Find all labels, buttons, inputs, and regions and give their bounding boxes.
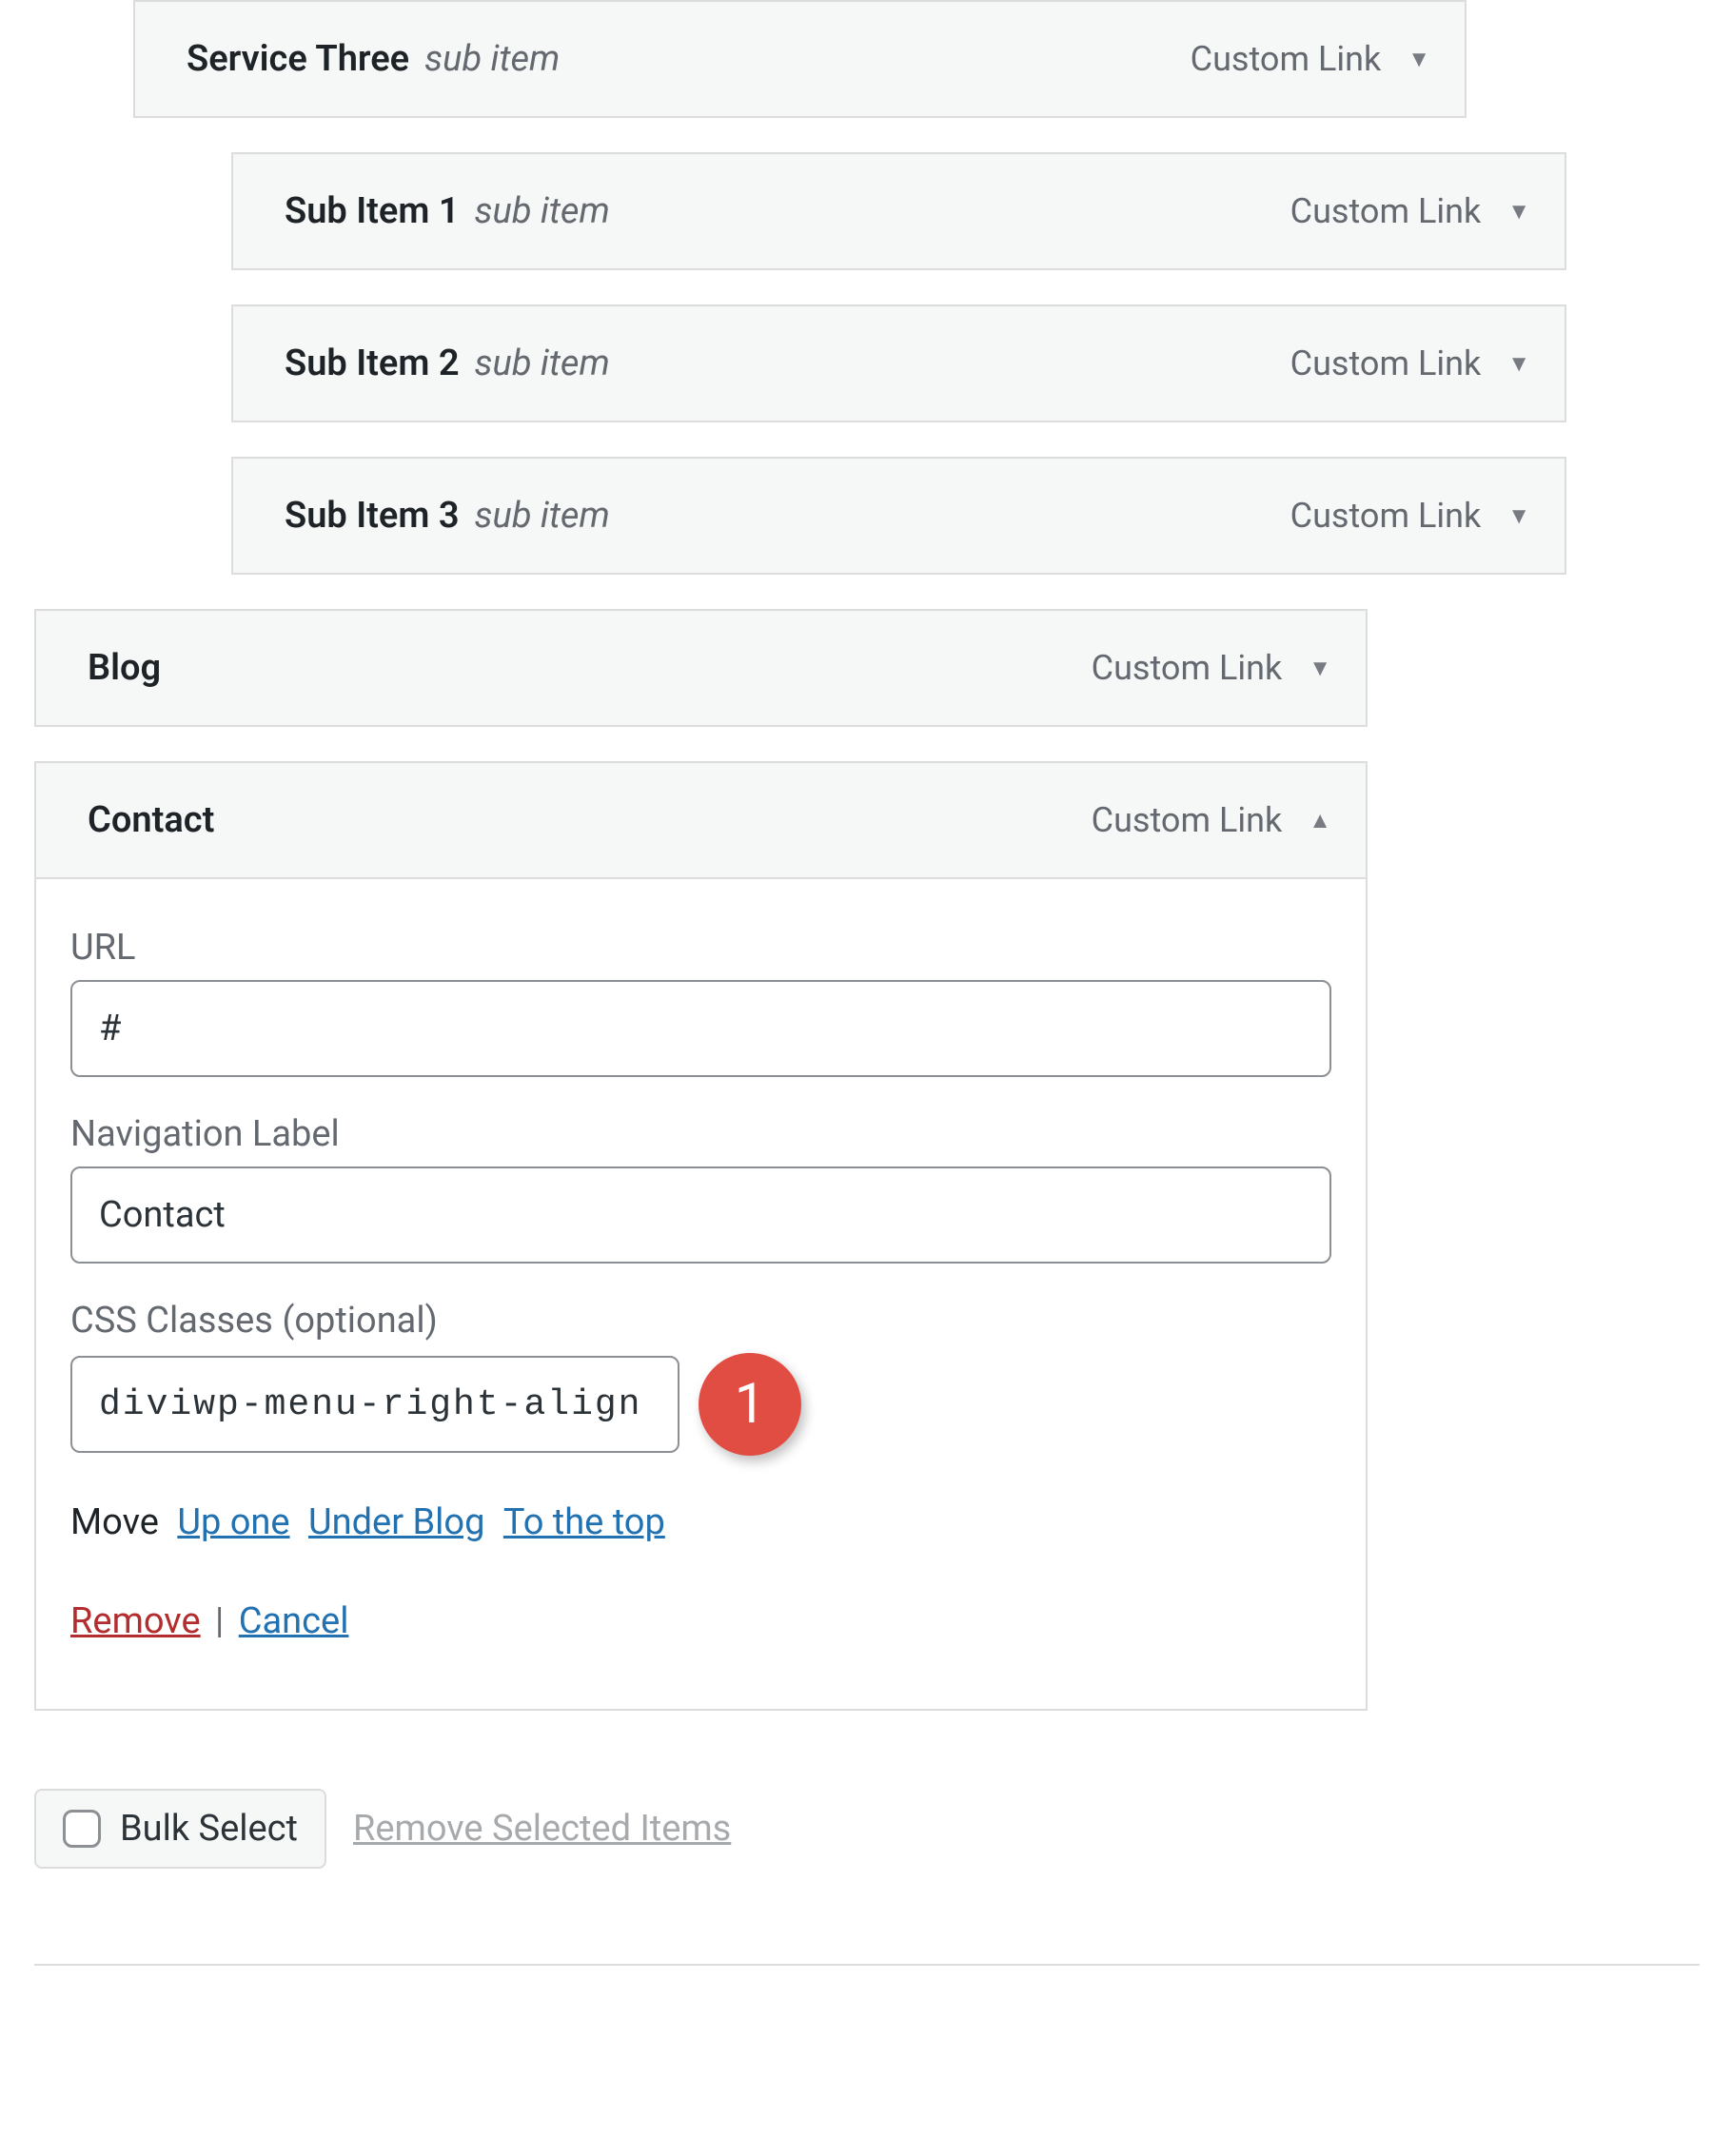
remove-link[interactable]: Remove — [70, 1600, 201, 1642]
chevron-up-icon[interactable]: ▲ — [1309, 807, 1331, 834]
divider — [34, 1964, 1700, 1966]
menu-item-label-group: Sub Item 1 sub item — [285, 190, 610, 232]
menu-item-subtitle: sub item — [475, 343, 610, 384]
menu-item-label-group: Sub Item 2 sub item — [285, 343, 610, 384]
menu-item-sub-2[interactable]: Sub Item 2 sub item Custom Link ▼ — [231, 304, 1566, 422]
menu-item-type: Custom Link — [1092, 800, 1283, 840]
move-label: Move — [70, 1501, 159, 1543]
remove-selected-link[interactable]: Remove Selected Items — [353, 1808, 731, 1850]
menu-item-label-group: Contact — [88, 799, 214, 841]
move-up-one-link[interactable]: Up one — [177, 1501, 289, 1543]
menu-item-right: Custom Link ▼ — [1290, 191, 1530, 231]
chevron-down-icon[interactable]: ▼ — [1507, 350, 1530, 378]
menu-item-title: Service Three — [187, 38, 409, 80]
bulk-select-label: Bulk Select — [120, 1808, 298, 1850]
url-label: URL — [70, 927, 1331, 969]
menu-item-type: Custom Link — [1092, 648, 1283, 688]
menu-item-subtitle: sub item — [424, 38, 560, 80]
menu-item-type: Custom Link — [1191, 39, 1382, 79]
menu-item-right: Custom Link ▼ — [1290, 496, 1530, 536]
remove-row: Remove | Cancel — [70, 1600, 1331, 1642]
move-under-link[interactable]: Under Blog — [308, 1501, 484, 1543]
chevron-down-icon[interactable]: ▼ — [1507, 502, 1530, 530]
separator: | — [209, 1600, 229, 1642]
menu-item-title: Blog — [88, 647, 161, 689]
menu-item-title: Sub Item 1 — [285, 190, 460, 232]
annotation-badge-1: 1 — [699, 1353, 801, 1456]
menu-item-title: Sub Item 3 — [285, 495, 460, 537]
move-row: Move Up one Under Blog To the top — [70, 1501, 1331, 1543]
menu-item-right: Custom Link ▼ — [1092, 648, 1331, 688]
css-classes-label: CSS Classes (optional) — [70, 1300, 1331, 1342]
bulk-select[interactable]: Bulk Select — [34, 1789, 326, 1869]
menu-item-right: Custom Link ▼ — [1290, 343, 1530, 383]
menu-item-type: Custom Link — [1290, 343, 1482, 383]
menu-item-title: Sub Item 2 — [285, 343, 460, 384]
menu-item-title: Contact — [88, 799, 214, 841]
menu-item-label-group: Sub Item 3 sub item — [285, 495, 610, 537]
navigation-label-label: Navigation Label — [70, 1113, 1331, 1155]
menu-item-subtitle: sub item — [475, 495, 610, 537]
chevron-down-icon[interactable]: ▼ — [1507, 198, 1530, 225]
menu-item-service-three[interactable]: Service Three sub item Custom Link ▼ — [133, 0, 1467, 118]
menu-item-type: Custom Link — [1290, 496, 1482, 536]
css-classes-input[interactable] — [70, 1356, 679, 1453]
cancel-link[interactable]: Cancel — [239, 1600, 349, 1642]
menu-item-blog[interactable]: Blog Custom Link ▼ — [34, 609, 1368, 727]
menu-item-details-panel: URL Navigation Label CSS Classes (option… — [34, 879, 1368, 1711]
chevron-down-icon[interactable]: ▼ — [1309, 655, 1331, 682]
menu-item-label-group: Service Three sub item — [187, 38, 560, 80]
chevron-down-icon[interactable]: ▼ — [1408, 46, 1430, 73]
bulk-actions: Bulk Select Remove Selected Items — [34, 1789, 1713, 1869]
bulk-select-checkbox[interactable] — [63, 1810, 101, 1848]
menu-item-type: Custom Link — [1290, 191, 1482, 231]
menu-item-contact[interactable]: Contact Custom Link ▲ — [34, 761, 1368, 879]
menu-item-subtitle: sub item — [475, 190, 610, 232]
menu-item-label-group: Blog — [88, 647, 161, 689]
menu-item-sub-1[interactable]: Sub Item 1 sub item Custom Link ▼ — [231, 152, 1566, 270]
menu-item-sub-3[interactable]: Sub Item 3 sub item Custom Link ▼ — [231, 457, 1566, 575]
menu-item-right: Custom Link ▼ — [1191, 39, 1430, 79]
url-input[interactable] — [70, 980, 1331, 1077]
move-to-top-link[interactable]: To the top — [503, 1501, 665, 1543]
navigation-label-input[interactable] — [70, 1166, 1331, 1264]
menu-item-right: Custom Link ▲ — [1092, 800, 1331, 840]
